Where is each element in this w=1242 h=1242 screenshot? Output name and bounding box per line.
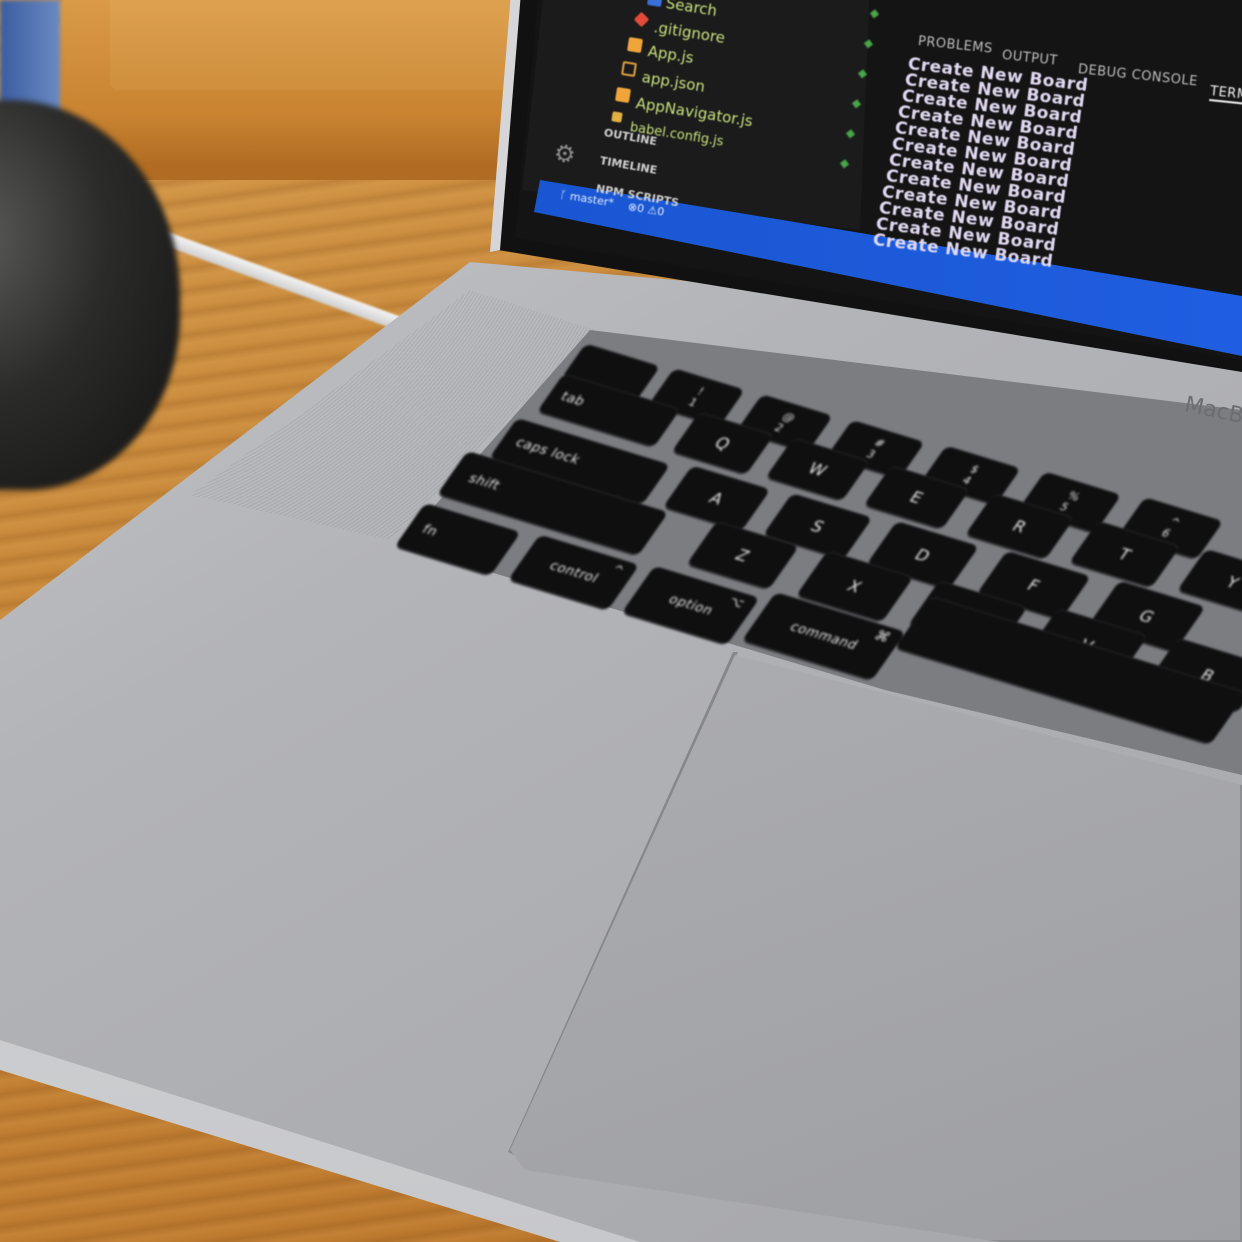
babel-file-icon <box>611 111 623 123</box>
command-glyph-icon: ⌘ <box>870 628 894 647</box>
gutter-marker: ◆ <box>839 155 851 171</box>
json-file-icon <box>620 60 638 78</box>
gutter-marker: ◆ <box>845 125 857 141</box>
photo-scene: ! 1 @ 2 # 3 $ 4 % 5 ^ 6 tab Q W E R T Y … <box>0 0 1242 1242</box>
gutter-marker: ◆ <box>857 65 869 81</box>
control-glyph-icon: ^ <box>608 562 628 578</box>
gutter-marker: ◆ <box>851 95 863 111</box>
js-file-icon <box>626 36 644 54</box>
option-glyph-icon: ⌥ <box>725 594 748 611</box>
js-file-icon <box>614 86 632 104</box>
wooden-stand-top <box>110 0 510 90</box>
gutter-marker: ◆ <box>869 5 881 21</box>
gutter-marker: ◆ <box>863 35 875 51</box>
